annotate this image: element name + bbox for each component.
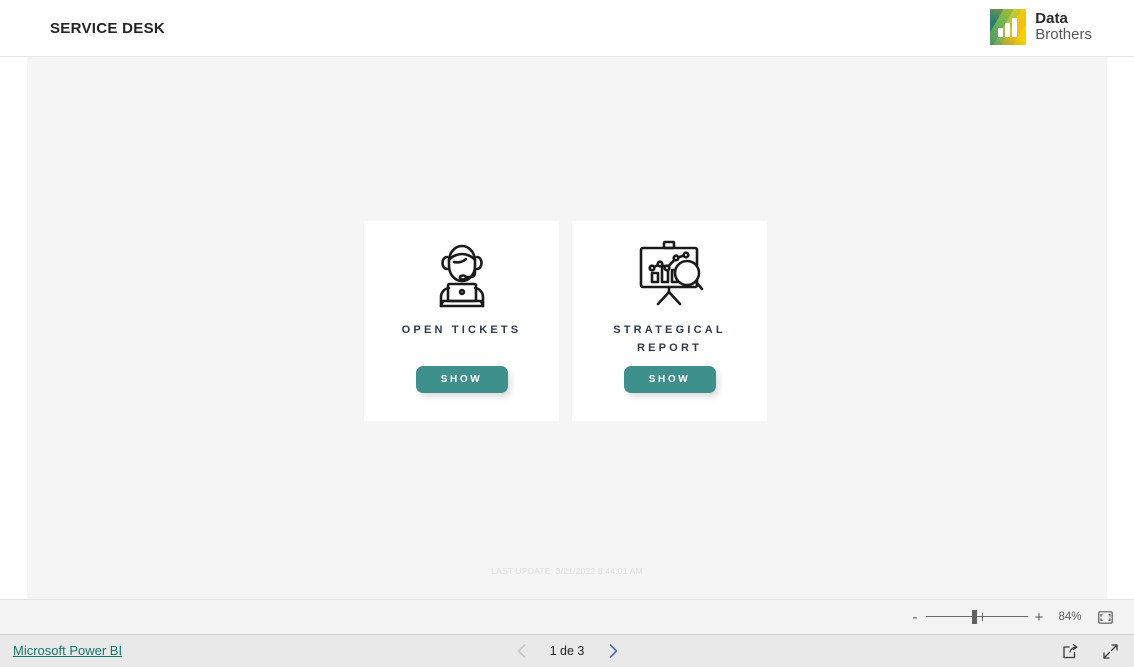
zoom-slider-handle[interactable] (972, 610, 977, 624)
zoom-level-label: 84% (1058, 611, 1082, 623)
zoom-slider-rail (926, 616, 1028, 617)
brand-logo: Data Brothers (990, 9, 1092, 45)
zoom-slider-tick (982, 613, 983, 621)
zoom-toolbar: - + 84% (0, 599, 1134, 635)
show-button-strategical-report[interactable]: SHOW (623, 366, 716, 393)
zoom-in-button[interactable]: + (1030, 610, 1048, 625)
fullscreen-expand-icon[interactable] (1100, 641, 1120, 661)
support-agent-headset-icon (364, 233, 559, 313)
zoom-controls: - + 84% (906, 600, 1118, 634)
card-label: OPEN TICKETS (401, 324, 522, 336)
report-canvas-area: OPEN TICKETS SHOW STRATEGICAL REPORT SHO… (0, 57, 1134, 599)
fit-to-page-icon[interactable] (1092, 610, 1118, 624)
brand-line-1: Data (1035, 9, 1068, 27)
app-footer: Microsoft Power BI 1 de 3 (0, 635, 1134, 667)
zoom-out-button[interactable]: - (906, 610, 924, 625)
powerbi-report-app: SERVICE DESK Data Brothers OPEN TICKETS … (0, 0, 1134, 667)
app-header: SERVICE DESK Data Brothers (0, 0, 1134, 57)
card-open-tickets[interactable]: OPEN TICKETS SHOW (364, 221, 559, 421)
card-label: STRATEGICAL REPORT (613, 324, 726, 354)
page-title: SERVICE DESK (50, 20, 166, 37)
bar-chart-logo-icon (990, 9, 1027, 45)
brand-text: Data Brothers (1035, 9, 1092, 43)
presentation-chart-magnifier-icon (572, 233, 767, 313)
page-indicator: 1 de 3 (549, 644, 585, 658)
chevron-left-icon[interactable] (512, 642, 530, 660)
card-strategical-report[interactable]: STRATEGICAL REPORT SHOW (572, 221, 767, 421)
show-button-open-tickets[interactable]: SHOW (415, 366, 508, 393)
footer-actions (1060, 635, 1120, 667)
microsoft-power-bi-link[interactable]: Microsoft Power BI (13, 643, 122, 658)
page-navigation: 1 de 3 (512, 635, 622, 667)
brand-line-2: Brothers (1035, 26, 1092, 43)
share-icon[interactable] (1060, 641, 1080, 661)
last-update-text: LAST UPDATE: 3/21/2022 8:44:01 AM (491, 566, 643, 576)
chevron-right-icon[interactable] (604, 642, 622, 660)
zoom-slider[interactable] (926, 610, 1028, 624)
report-page: OPEN TICKETS SHOW STRATEGICAL REPORT SHO… (27, 57, 1107, 599)
